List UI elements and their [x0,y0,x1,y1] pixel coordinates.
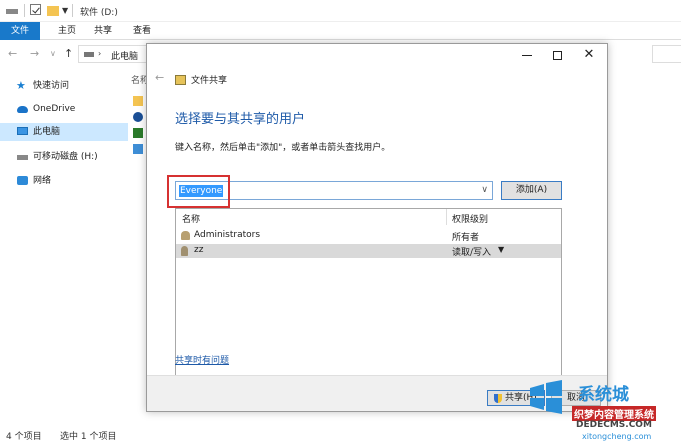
sidebar-item-onedrive[interactable]: OneDrive [0,100,128,118]
divider [24,4,25,17]
recent-locations-chevron-icon[interactable]: ∨ [50,49,56,58]
folder-icon[interactable] [133,96,143,106]
divider [446,209,447,225]
sidebar-item-label: OneDrive [33,104,76,114]
sidebar-item-network[interactable]: 网络 [0,172,128,190]
sidebar-item-label: 快速访问 [33,81,70,91]
file-icon[interactable] [133,144,143,154]
dialog-heading: 选择要与其共享的用户 [175,112,306,127]
explorer-title: 软件 (D:) [80,8,118,18]
watermark-text: 织梦内容管理系统 [572,406,656,421]
watermark-url: xitongcheng.com [582,432,652,441]
watermark: 系统城 织梦内容管理系统 DEDECMS.COM xitongcheng.com [522,376,681,444]
file-sharing-icon [175,75,186,85]
dialog-title: 文件共享 [191,76,228,86]
usb-drive-icon [17,155,28,160]
add-button[interactable]: 添加(A) [501,181,562,200]
chevron-down-icon[interactable]: ∨ [481,185,488,195]
uac-shield-icon [494,394,502,403]
sidebar-item-label: 可移动磁盘 (H:) [33,152,98,162]
user-group-icon [181,231,190,240]
divider [72,4,73,17]
selected-count: 选中 1 个项目 [60,432,117,442]
column-header-name[interactable]: 名称 [182,212,200,225]
tab-share[interactable]: 共享 [88,22,118,40]
minimize-icon [522,54,532,56]
dialog-titlebar: ✕ [147,44,607,66]
sharing-help-link[interactable]: 共享时有问题 [175,353,229,366]
back-arrow-icon[interactable]: ← [155,71,164,84]
column-header-permission[interactable]: 权限级别 [452,212,488,225]
ribbon: 文件 主页 共享 查看 [0,22,681,40]
chevron-right-icon[interactable]: › [98,49,101,58]
permissions-table: 名称 权限级别 Administrators 所有者 zz 读取/写入 ▼ [175,208,562,380]
explorer-titlebar: ▼ 软件 (D:) [0,0,681,22]
dropdown-arrow-icon[interactable]: ▼ [498,245,504,254]
cloud-icon [17,106,28,113]
quick-access-dropdown-icon[interactable]: ▼ [62,6,68,18]
close-button[interactable]: ✕ [575,46,603,64]
up-arrow-icon[interactable]: ↑ [64,47,73,60]
address-input[interactable]: › 此电脑 [78,45,150,63]
permission-level: 所有者 [452,233,480,243]
sidebar-item-label: 此电脑 [33,127,61,137]
user-name: zz [194,245,204,255]
instruction-text: 键入名称，然后单击"添加"，或者单击箭头查找用户。 [175,143,391,153]
star-icon: ★ [16,79,26,92]
tab-file[interactable]: 文件 [0,22,40,40]
sidebar-item-label: 网络 [33,176,52,186]
network-icon [17,176,28,185]
search-box[interactable] [652,45,681,63]
properties-icon[interactable] [30,4,41,15]
table-row[interactable]: zz 读取/写入 ▼ [176,244,561,258]
maximize-button[interactable] [543,46,571,64]
forward-arrow-icon[interactable]: → [30,47,39,60]
maximize-icon [552,50,562,60]
user-icon [181,246,188,256]
file-icon[interactable] [133,112,143,122]
computer-icon [17,127,28,135]
tab-home[interactable]: 主页 [52,22,82,40]
file-sharing-dialog: ✕ ← 文件共享 选择要与其共享的用户 键入名称，然后单击"添加"，或者单击箭头… [146,43,608,412]
annotation-highlight-box [167,175,230,208]
file-icon[interactable] [133,128,143,138]
windows-logo-icon [530,380,562,414]
tab-view[interactable]: 查看 [127,22,157,40]
new-folder-icon[interactable] [47,6,59,16]
sidebar-item-this-pc[interactable]: 此电脑 [0,123,128,141]
back-arrow-icon[interactable]: ← [8,47,17,60]
breadcrumb[interactable]: 此电脑 [111,49,138,62]
minimize-button[interactable] [513,46,541,64]
drive-icon [6,9,18,14]
sidebar-item-removable-disk[interactable]: 可移动磁盘 (H:) [0,148,128,166]
computer-icon [84,52,94,57]
table-row[interactable]: Administrators 所有者 [176,229,561,243]
permission-level-dropdown[interactable]: 读取/写入 [452,245,491,258]
sidebar-item-quick-access[interactable]: ★ 快速访问 [0,77,128,95]
user-name: Administrators [194,230,261,240]
item-count: 4 个项目 [6,432,42,442]
watermark-brand: 系统城 [578,385,629,405]
navigation-pane: ★ 快速访问 OneDrive 此电脑 可移动磁盘 (H:) 网络 [0,70,128,420]
watermark-text: DEDECMS.COM [576,420,652,430]
